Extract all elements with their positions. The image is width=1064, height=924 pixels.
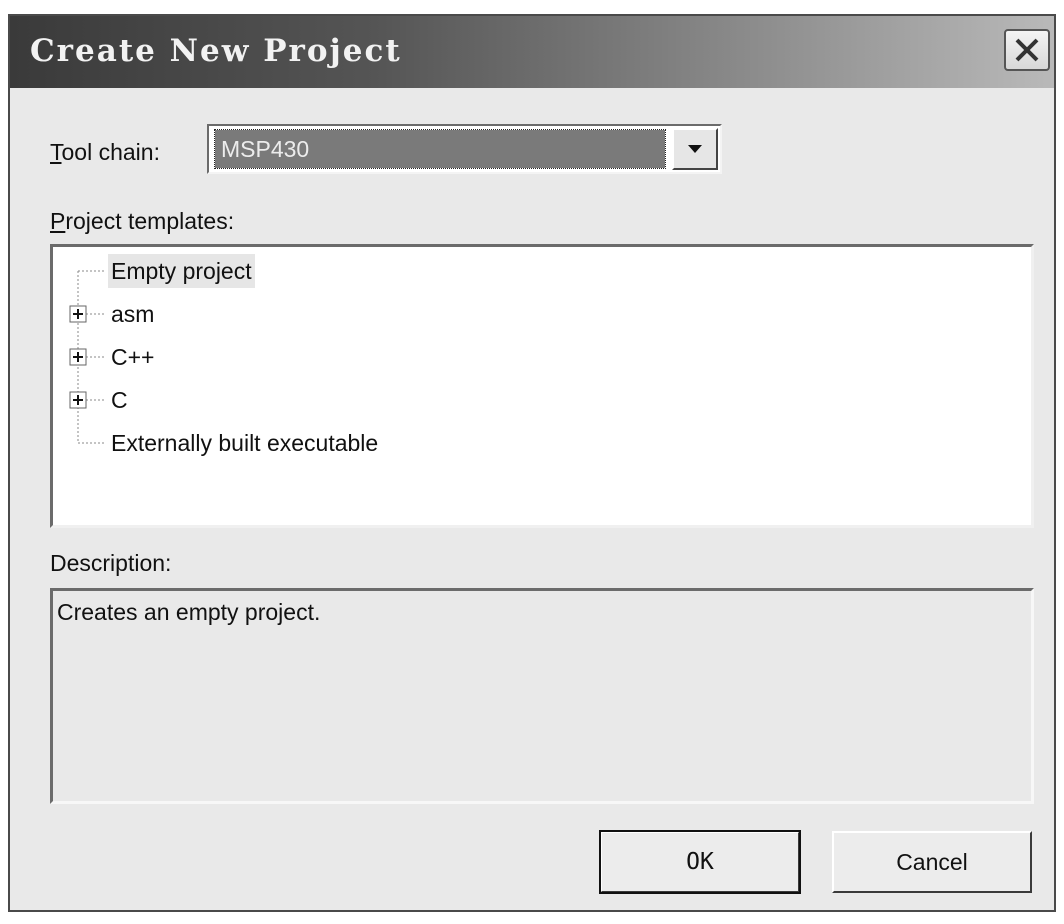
- tree-item-asm[interactable]: asm: [108, 297, 157, 331]
- expand-c-icon[interactable]: [69, 391, 87, 409]
- create-new-project-dialog: Create New Project Tool chain: MSP430 Pr…: [8, 14, 1056, 912]
- project-templates-label: Project templates:: [50, 208, 235, 234]
- close-button[interactable]: [1004, 29, 1050, 71]
- description-text: Creates an empty project.: [57, 599, 321, 625]
- tree-item-externally-built-executable[interactable]: Externally built executable: [108, 426, 381, 460]
- expand-cpp-icon[interactable]: [69, 348, 87, 366]
- description-box: Creates an empty project.: [50, 588, 1034, 804]
- dialog-title: Create New Project: [30, 33, 402, 69]
- toolchain-label: Tool chain:: [50, 139, 160, 165]
- tree-item-c[interactable]: C: [108, 383, 131, 417]
- dropdown-button[interactable]: [672, 128, 718, 170]
- description-label: Description:: [50, 550, 172, 576]
- close-icon: [1015, 38, 1039, 62]
- cancel-button[interactable]: Cancel: [832, 831, 1032, 893]
- expand-asm-icon[interactable]: [69, 305, 87, 323]
- ok-button[interactable]: OK: [599, 830, 801, 894]
- project-templates-tree[interactable]: Empty project asm C++ C Externally built…: [50, 244, 1034, 528]
- tree-item-cpp[interactable]: C++: [108, 340, 157, 374]
- toolchain-dropdown[interactable]: MSP430: [207, 124, 722, 174]
- title-bar[interactable]: Create New Project: [10, 16, 1054, 88]
- toolchain-selected-value: MSP430: [214, 129, 666, 169]
- tree-item-empty-project[interactable]: Empty project: [108, 254, 255, 288]
- chevron-down-icon: [688, 145, 702, 153]
- tree-connector-lines: [69, 270, 105, 444]
